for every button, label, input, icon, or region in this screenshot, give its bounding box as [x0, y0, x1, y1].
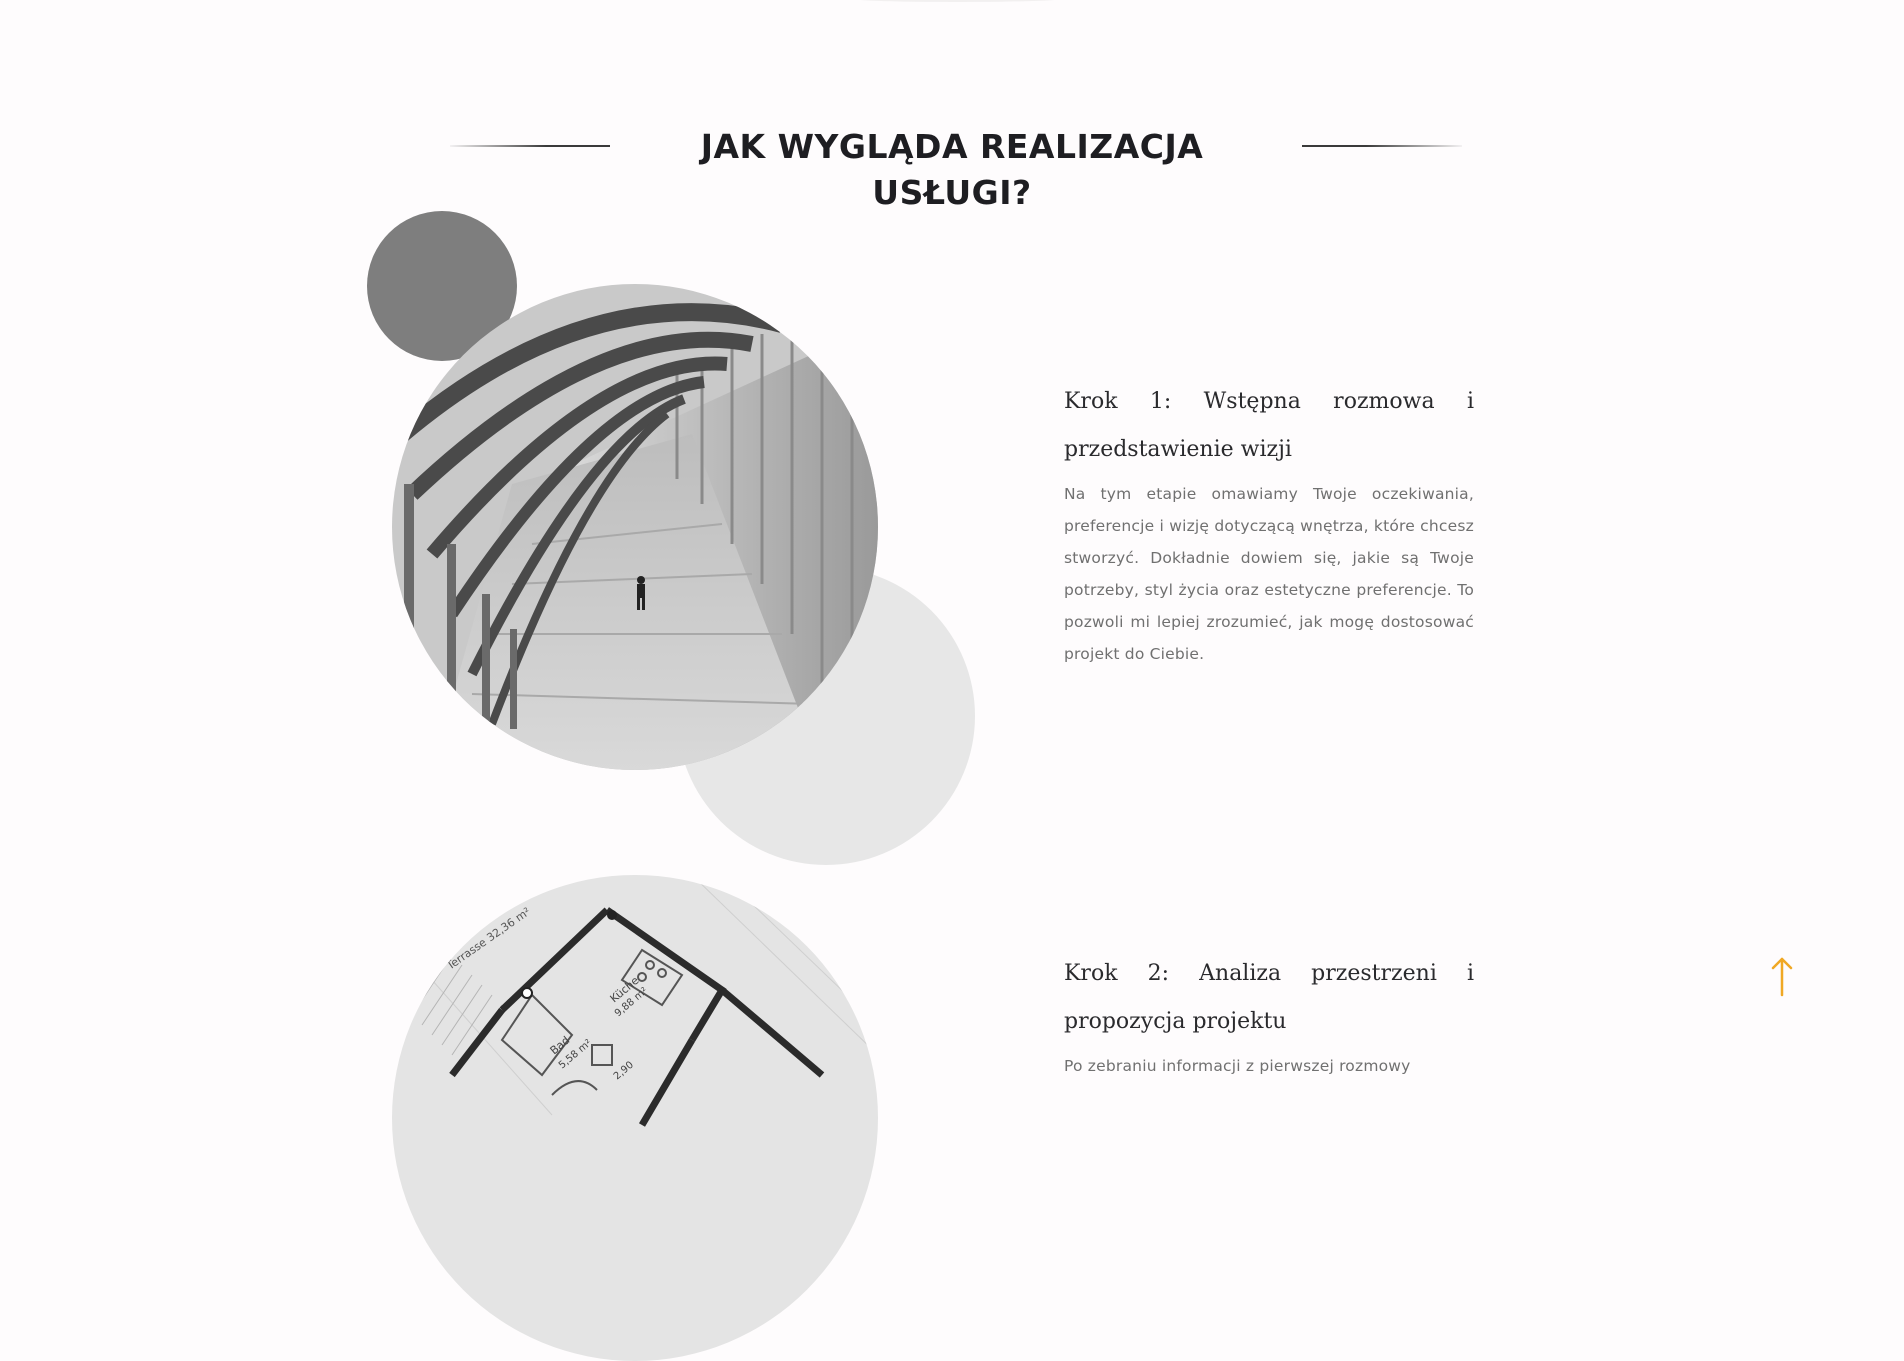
floor-plan-photo-icon: Terrasse 32,36 m² Küche 9,88 m² Bad 5,58…: [392, 875, 878, 1361]
title-line-left: [450, 145, 610, 147]
section-title: JAK WYGLĄDA REALIZACJA USŁUGI?: [700, 127, 1204, 212]
step-2-description: Po zebraniu informacji z pierwszej rozmo…: [1064, 1057, 1411, 1075]
step-2-title: Krok 2: Analiza przestrzeni i propozycja…: [1064, 961, 1474, 1034]
title-line-right: [1302, 145, 1462, 147]
step-1: Krok 1: Wstępna rozmowa i przedstawienie…: [1064, 378, 1474, 670]
step-1-description: Na tym etapie omawiamy Twoje oczekiwania…: [1064, 485, 1474, 663]
step-1-photo: [392, 284, 878, 770]
step-1-title: Krok 1: Wstępna rozmowa i przedstawienie…: [1064, 389, 1474, 462]
step-2: Krok 2: Analiza przestrzeni i propozycja…: [1064, 950, 1474, 1082]
top-divider-shadow: [845, 0, 1070, 2]
section-header: JAK WYGLĄDA REALIZACJA USŁUGI?: [0, 118, 1904, 212]
arrow-up-icon: [1771, 957, 1793, 997]
back-to-top-button[interactable]: [1768, 955, 1796, 999]
tunnel-photo-icon: [392, 284, 878, 770]
step-2-photo: Terrasse 32,36 m² Küche 9,88 m² Bad 5,58…: [392, 875, 878, 1361]
